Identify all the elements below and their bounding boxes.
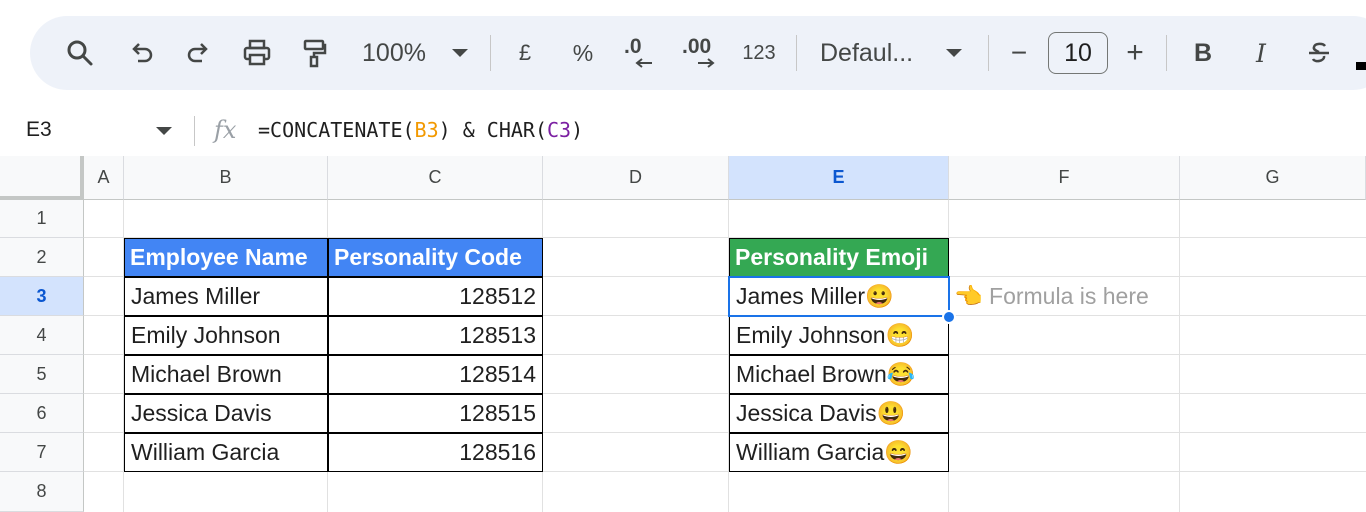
increase-decimal-button[interactable]: .00 [678,16,728,90]
row-header-2[interactable]: 2 [0,238,84,277]
formula-bar-separator [194,116,195,146]
formula-suffix: ) [571,118,584,142]
cell-c2-header[interactable]: Personality Code [328,238,543,277]
row-header-1[interactable]: 1 [0,200,84,238]
toolbar-separator [988,35,989,71]
formula-prefix: =CONCATENATE( [258,118,415,142]
currency-button[interactable]: £ [510,16,540,90]
column-header-e[interactable]: E [729,156,949,200]
overflow-marker [1356,62,1366,70]
redo-icon[interactable] [178,16,218,90]
cell-b7[interactable]: William Garcia [124,433,328,472]
cell-c5[interactable]: 128514 [328,355,543,394]
percent-button[interactable]: % [566,16,600,90]
fx-icon: fx [214,116,237,144]
undo-icon[interactable] [122,16,162,90]
decrease-font-size-button[interactable]: − [1004,16,1034,90]
cell-c3[interactable]: 128512 [328,277,543,316]
column-header-f[interactable]: F [949,156,1180,200]
cell-c6[interactable]: 128515 [328,394,543,433]
decrease-decimal-label: .0 [624,35,642,58]
row-header-5[interactable]: 5 [0,355,84,394]
column-header-d[interactable]: D [543,156,729,200]
active-cell-selection [728,276,950,317]
toolbar: 100% £ % .0 .00 123 Defaul... − 10 + B I [30,16,1366,90]
formula-ref-b3: B3 [414,118,439,142]
select-all-corner[interactable] [0,156,84,200]
print-icon[interactable] [236,16,278,90]
row-header-3[interactable]: 3 [0,277,84,316]
name-box-dropdown-icon[interactable] [156,127,172,135]
cell-e7[interactable]: William Garcia😄 [729,433,949,472]
font-dropdown-icon[interactable] [942,16,966,90]
grid-line [1179,200,1180,512]
row-header-8[interactable]: 8 [0,472,84,512]
paint-format-icon[interactable] [294,16,334,90]
name-box[interactable]: E3 [26,118,52,142]
arrow-left-icon [635,58,652,68]
toolbar-separator [490,35,491,71]
toolbar-separator [796,35,797,71]
cell-b2-header[interactable]: Employee Name [124,238,328,277]
italic-button[interactable]: I [1246,16,1276,90]
column-header-a[interactable]: A [84,156,124,200]
zoom-value[interactable]: 100% [352,16,436,90]
increase-decimal-label: .00 [682,35,712,58]
row-header-6[interactable]: 6 [0,394,84,433]
cell-b4[interactable]: Emily Johnson [124,316,328,355]
formula-bar: E3 fx =CONCATENATE(B3) & CHAR(C3) [0,104,1366,156]
column-header-c[interactable]: C [328,156,543,200]
column-header-g[interactable]: G [1180,156,1366,200]
arrow-right-icon [698,58,715,68]
search-icon[interactable] [60,16,100,90]
zoom-dropdown-icon[interactable] [448,16,472,90]
row-header-7[interactable]: 7 [0,433,84,472]
bold-button[interactable]: B [1188,16,1218,90]
toolbar-area: 100% £ % .0 .00 123 Defaul... − 10 + B I [0,0,1366,104]
toolbar-separator [1166,35,1167,71]
formula-input[interactable]: =CONCATENATE(B3) & CHAR(C3) [258,118,583,142]
cell-e4[interactable]: Emily Johnson😁 [729,316,949,355]
fill-handle[interactable] [942,310,956,324]
increase-font-size-button[interactable]: + [1120,16,1150,90]
font-name[interactable]: Defaul... [820,16,924,90]
cell-c4[interactable]: 128513 [328,316,543,355]
more-formats-button[interactable]: 123 [736,16,782,90]
cell-f3-note[interactable]: 👈 Formula is here [950,277,1179,316]
formula-ref-c3: C3 [547,118,572,142]
column-header-b[interactable]: B [124,156,328,200]
cell-c7[interactable]: 128516 [328,433,543,472]
row-header-4[interactable]: 4 [0,316,84,355]
font-size-input[interactable]: 10 [1048,32,1108,74]
cell-b3[interactable]: James Miller [124,277,328,316]
strikethrough-icon[interactable] [1302,16,1336,90]
cell-b6[interactable]: Jessica Davis [124,394,328,433]
cell-b5[interactable]: Michael Brown [124,355,328,394]
formula-middle: ) & CHAR( [438,118,548,142]
cell-e5[interactable]: Michael Brown😂 [729,355,949,394]
cell-e2-header[interactable]: Personality Emoji [729,238,949,277]
decrease-decimal-button[interactable]: .0 [620,16,664,90]
cell-e6[interactable]: Jessica Davis😃 [729,394,949,433]
